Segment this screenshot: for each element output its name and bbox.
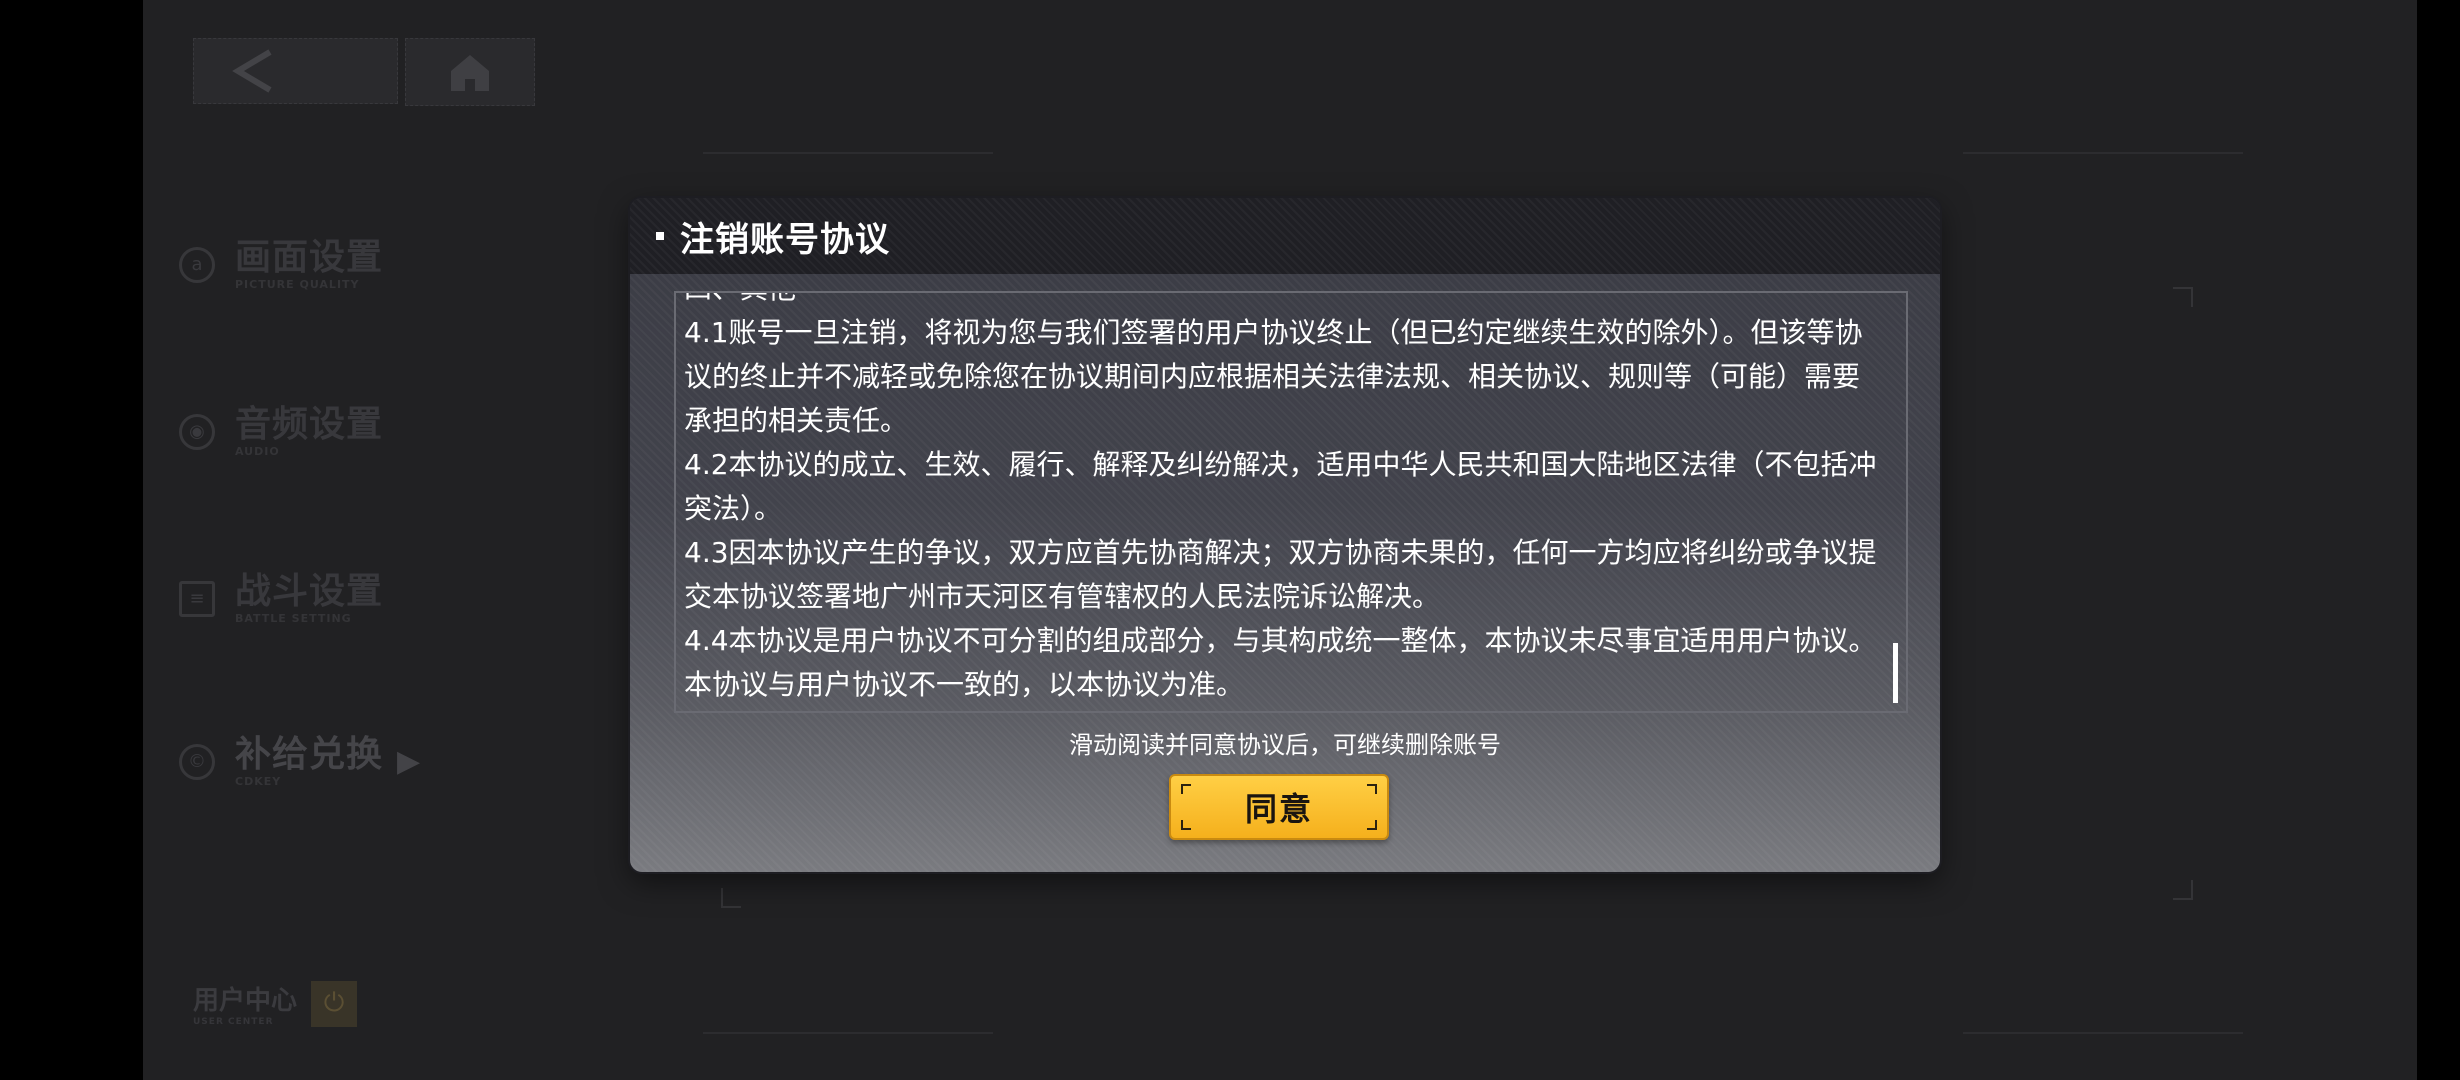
clause-4-4: 4.4本协议是用户协议不可分割的组成部分，与其构成统一整体，本协议未尽事宜适用用… [684, 624, 1877, 701]
deco-line [703, 152, 993, 154]
menu-label: 音频设置 [235, 404, 384, 445]
menu-item-picture[interactable]: a 画面设置 PICTURE QUALITY [179, 238, 383, 291]
user-center-button[interactable]: 用户中心 USER CENTER ⏻ [193, 980, 358, 1027]
clause-4-3: 4.3因本协议产生的争议，双方应首先协商解决；双方协商未果的，任何一方均应将纠纷… [684, 536, 1877, 613]
corner-deco [1367, 820, 1377, 830]
battle-icon: ≡ [179, 580, 215, 617]
corner-deco [1367, 784, 1377, 794]
agreement-scroll-area[interactable]: 四、其他 4.1账号一旦注销，将视为您与我们签署的用户协议终止（但已约定继续生效… [674, 291, 1908, 713]
deco-line [1963, 1032, 2243, 1034]
dialog-title: 注销账号协议 [680, 219, 890, 260]
deco-bracket [2173, 880, 2193, 900]
agree-button[interactable]: 同意 [1169, 774, 1389, 840]
agree-label: 同意 [1244, 790, 1313, 828]
agreement-text: 四、其他 4.1账号一旦注销，将视为您与我们签署的用户协议终止（但已约定继续生效… [684, 293, 1884, 707]
menu-sublabel: PICTURE QUALITY [235, 278, 360, 291]
account-deletion-dialog: 注销账号协议 四、其他 4.1账号一旦注销，将视为您与我们签署的用户协议终止（但… [630, 198, 1940, 872]
deco-bracket [721, 888, 741, 908]
user-center-label: 用户中心 [193, 986, 298, 1016]
home-icon [451, 55, 489, 91]
clause-4-2: 4.2本协议的成立、生效、履行、解释及纠纷解决，适用中华人民共和国大陆地区法律（… [684, 448, 1877, 525]
menu-sublabel: CDKEY [235, 775, 282, 788]
user-center-sublabel: USER CENTER [193, 1017, 274, 1027]
dialog-header: 注销账号协议 [630, 198, 1940, 274]
picture-icon: a [179, 246, 215, 283]
corner-deco [1181, 784, 1191, 794]
chevron-left-icon [232, 49, 272, 93]
bullet-icon [656, 232, 664, 240]
menu-sublabel: AUDIO [235, 445, 280, 458]
menu-item-battle[interactable]: ≡ 战斗设置 BATTLE SETTING [179, 572, 383, 625]
scroll-hint: 滑动阅读并同意协议后，可继续删除账号 [1069, 731, 1501, 759]
corner-deco [1181, 820, 1191, 830]
deco-bracket [2173, 287, 2193, 307]
play-arrow-icon: ▶ [397, 744, 421, 779]
section-heading: 四、其他 [684, 293, 1884, 311]
cdkey-icon: © [179, 743, 215, 780]
home-button[interactable] [405, 38, 535, 106]
deco-line [703, 1032, 993, 1034]
menu-label: 补给兑换 [235, 734, 384, 775]
power-icon: ⏻ [311, 980, 358, 1027]
audio-icon: ◉ [179, 413, 215, 450]
menu-sublabel: BATTLE SETTING [235, 612, 352, 625]
menu-label: 画面设置 [235, 237, 384, 278]
scrollbar[interactable] [1893, 643, 1898, 703]
menu-item-audio[interactable]: ◉ 音频设置 AUDIO [179, 405, 383, 458]
menu-item-cdkey[interactable]: © 补给兑换 CDKEY ▶ [179, 735, 420, 788]
back-button[interactable] [193, 38, 398, 104]
deco-line [1963, 152, 2243, 154]
menu-label: 战斗设置 [235, 571, 384, 612]
clause-4-1: 4.1账号一旦注销，将视为您与我们签署的用户协议终止（但已约定继续生效的除外）。… [684, 316, 1863, 437]
